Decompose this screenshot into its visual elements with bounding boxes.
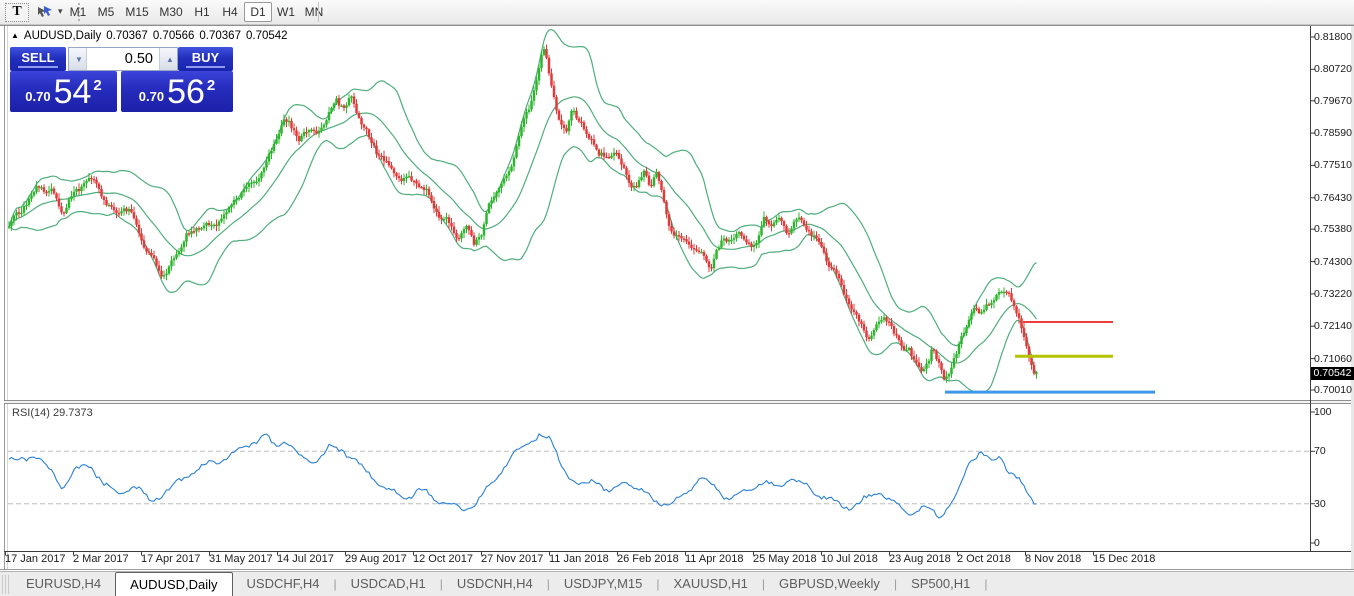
date-axis-label: 29 Aug 2017 <box>345 553 407 565</box>
chart-symbol-period: AUDUSD,Daily <box>24 30 101 42</box>
date-axis-label: 26 Feb 2018 <box>617 553 679 565</box>
price-axis-label: 0.73220 <box>1314 288 1352 300</box>
sell-underline <box>18 66 57 68</box>
date-axis-label: 31 May 2017 <box>209 553 273 565</box>
sell-price-pipette: 2 <box>93 71 101 94</box>
price-axis-label: 0.70010 <box>1314 384 1352 396</box>
date-axis-label: 10 Jul 2018 <box>821 553 878 565</box>
price-axis-label: 0.79670 <box>1314 95 1352 107</box>
rsi-line <box>9 434 1037 518</box>
date-axis-label: 25 May 2018 <box>753 553 817 565</box>
price-axis-label: 0.80720 <box>1314 63 1352 75</box>
chart-tab-usdcnh-h4[interactable]: USDCNH,H4 <box>443 572 547 596</box>
date-axis-label: 15 Dec 2018 <box>1093 553 1155 565</box>
buy-button[interactable]: BUY <box>178 47 233 71</box>
buy-price-prefix: 0.70 <box>139 89 164 112</box>
tab-bar-grip[interactable] <box>2 575 9 594</box>
sell-button-label: SELL <box>21 50 54 65</box>
chart-tab-audusd-daily[interactable]: AUDUSD,Daily <box>115 572 232 596</box>
buy-price-pipette: 2 <box>207 71 215 94</box>
ohlc-high: 0.70566 <box>153 30 195 42</box>
tab-separator: | <box>984 572 987 596</box>
current-price-tag: 0.70542 <box>1311 367 1354 380</box>
sell-price-big: 54 <box>54 75 92 109</box>
volume-spinner: ▼ ▲ <box>68 47 178 71</box>
chart-tab-usdcad-h1[interactable]: USDCAD,H1 <box>337 572 440 596</box>
date-axis-label: 14 Jul 2017 <box>277 553 334 565</box>
price-axis-label: 0.72140 <box>1314 320 1352 332</box>
price-axis-label: 0.75380 <box>1314 223 1352 235</box>
chart-tab-usdjpy-m15[interactable]: USDJPY,M15 <box>550 572 657 596</box>
date-axis-label: 2 Mar 2017 <box>73 553 129 565</box>
chart-tab-bar: EURUSD,H4AUDUSD,DailyUSDCHF,H4 | USDCAD,H1… <box>0 571 1354 596</box>
buy-underline <box>186 66 225 68</box>
volume-decrease-button[interactable]: ▼ <box>69 48 87 70</box>
ohlc-low: 0.70367 <box>199 30 241 42</box>
price-axis-label: 0.77510 <box>1314 159 1352 171</box>
date-axis-label: 8 Nov 2018 <box>1025 553 1081 565</box>
buy-price-big: 56 <box>167 75 205 109</box>
volume-increase-button[interactable]: ▲ <box>159 48 177 70</box>
date-axis-label: 23 Aug 2018 <box>889 553 951 565</box>
mt4-terminal: T ▾ M1M5M15M30H1H4D1W1MN ▲AUDUSD,Daily0.… <box>0 0 1354 596</box>
price-axis-label: 0.71060 <box>1314 353 1352 365</box>
buy-button-label: BUY <box>192 50 219 65</box>
date-axis-label: 2 Oct 2018 <box>957 553 1011 565</box>
chart-tab-eurusd-h4[interactable]: EURUSD,H4 <box>12 572 115 596</box>
price-axis-label: 0.74300 <box>1314 256 1352 268</box>
buy-price-button[interactable]: 0.70 56 2 <box>121 71 233 112</box>
rsi-axis-label: 30 <box>1314 498 1326 510</box>
volume-input[interactable] <box>87 48 159 70</box>
one-click-panel-toggle[interactable]: ▲ <box>11 31 19 40</box>
rsi-indicator-label: RSI(14) 29.7373 <box>12 407 93 419</box>
price-axis-label: 0.81800 <box>1314 31 1352 43</box>
date-axis-label: 17 Jan 2017 <box>5 553 66 565</box>
price-axis-label: 0.78590 <box>1314 127 1352 139</box>
date-axis-label: 27 Nov 2017 <box>481 553 543 565</box>
sell-price-button[interactable]: 0.70 54 2 <box>10 71 117 112</box>
rsi-axis-label: 100 <box>1314 406 1332 418</box>
chart-tab-usdchf-h4[interactable]: USDCHF,H4 <box>233 572 334 596</box>
ohlc-open: 0.70367 <box>106 30 148 42</box>
date-axis-label: 12 Oct 2017 <box>413 553 473 565</box>
date-axis-label: 11 Jan 2018 <box>549 553 609 565</box>
chart-tab-xauusd-h1[interactable]: XAUUSD,H1 <box>659 572 761 596</box>
rsi-axis-label: 70 <box>1314 445 1326 457</box>
ohlc-close: 0.70542 <box>246 30 288 42</box>
price-axis-label: 0.76430 <box>1314 192 1352 204</box>
sell-button[interactable]: SELL <box>10 47 66 71</box>
date-axis-label: 11 Apr 2018 <box>685 553 744 565</box>
chart-tab-sp500-h1[interactable]: SP500,H1 <box>897 572 984 596</box>
chart-ohlc-header: ▲ AUDUSD,Daily 0.70367 0.70566 0.70367 0.7054… <box>11 30 288 42</box>
date-axis-label: 17 Apr 2017 <box>141 553 200 565</box>
chart-tab-gbpusd-weekly[interactable]: GBPUSD,Weekly <box>765 572 894 596</box>
one-click-trading-panel: SELL ▼ ▲ BUY 0.70 54 2 0.70 56 2 <box>10 47 233 112</box>
sell-price-prefix: 0.70 <box>25 89 50 112</box>
rsi-axis-label: 0 <box>1314 537 1320 549</box>
